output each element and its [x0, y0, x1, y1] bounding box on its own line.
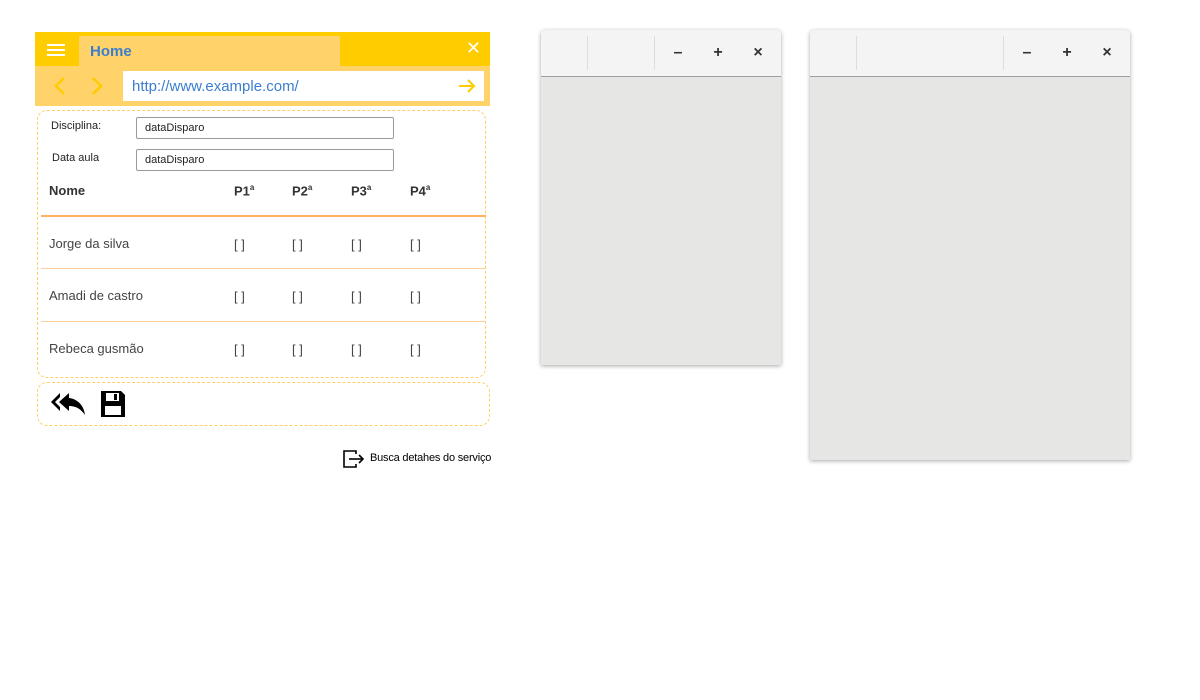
browser-window: Home ✕ http://www.example.com/ Disciplin…	[35, 32, 490, 427]
attendance-panel: Disciplina: dataDisparo Data aula dataDi…	[37, 110, 486, 378]
url-text: http://www.example.com/	[132, 78, 299, 95]
close-button[interactable]: ×	[747, 42, 769, 64]
row-divider	[41, 321, 486, 322]
action-bar	[37, 382, 490, 426]
maximize-button[interactable]: +	[707, 42, 729, 64]
chevron-left-icon[interactable]	[51, 75, 71, 97]
disciplina-label: Disciplina:	[51, 120, 102, 132]
empty-window-left: – + ×	[541, 30, 781, 365]
exit-icon	[343, 450, 365, 468]
tab-bar: Home ✕	[35, 32, 490, 66]
checkbox-p1[interactable]: [ ]	[234, 342, 245, 357]
checkbox-p1[interactable]: [ ]	[234, 237, 245, 252]
arrow-right-icon[interactable]	[457, 76, 477, 96]
service-details-label: Busca detahes do serviço	[370, 452, 492, 464]
titlebar-separator	[1003, 36, 1004, 70]
empty-window-right: – + ×	[810, 30, 1130, 460]
checkbox-p4[interactable]: [ ]	[410, 342, 421, 357]
table-row-name: Jorge da silva	[49, 236, 130, 251]
tab-title: Home	[90, 43, 132, 60]
close-icon[interactable]: ✕	[466, 38, 481, 58]
data-aula-field[interactable]: dataDisparo	[136, 149, 394, 171]
window-titlebar: – + ×	[810, 30, 1130, 77]
checkbox-p1[interactable]: [ ]	[234, 289, 245, 304]
tab-home[interactable]: Home	[79, 36, 340, 66]
checkbox-p3[interactable]: [ ]	[351, 289, 362, 304]
row-divider	[41, 268, 486, 269]
checkbox-p2[interactable]: [ ]	[292, 237, 303, 252]
data-aula-label: Data aula	[52, 152, 100, 164]
hamburger-icon[interactable]	[45, 41, 67, 57]
column-header-p1: P1a	[234, 183, 255, 199]
column-header-p3: P3a	[351, 183, 372, 199]
checkbox-p3[interactable]: [ ]	[351, 342, 362, 357]
disciplina-field[interactable]: dataDisparo	[136, 117, 394, 139]
checkbox-p4[interactable]: [ ]	[410, 237, 421, 252]
column-header-p4: P4a	[410, 183, 431, 199]
table-row-name: Amadi de castro	[49, 288, 143, 303]
floppy-disk-icon[interactable]	[99, 389, 127, 419]
column-header-nome: Nome	[49, 183, 86, 198]
close-button[interactable]: ×	[1096, 42, 1118, 64]
url-input[interactable]: http://www.example.com/	[123, 71, 484, 101]
titlebar-separator	[587, 36, 588, 70]
maximize-button[interactable]: +	[1056, 42, 1078, 64]
column-header-p2: P2a	[292, 183, 313, 199]
table-row-name: Rebeca gusmão	[49, 341, 144, 356]
header-divider	[41, 215, 486, 217]
titlebar-separator	[856, 36, 857, 70]
checkbox-p4[interactable]: [ ]	[410, 289, 421, 304]
titlebar-separator	[654, 36, 655, 70]
minimize-button[interactable]: –	[667, 42, 689, 64]
checkbox-p2[interactable]: [ ]	[292, 342, 303, 357]
minimize-button[interactable]: –	[1016, 42, 1038, 64]
chevron-right-icon[interactable]	[86, 75, 106, 97]
navigation-bar: http://www.example.com/	[35, 66, 490, 106]
checkbox-p2[interactable]: [ ]	[292, 289, 303, 304]
reply-all-icon[interactable]	[50, 390, 86, 418]
window-titlebar: – + ×	[541, 30, 781, 77]
checkbox-p3[interactable]: [ ]	[351, 237, 362, 252]
